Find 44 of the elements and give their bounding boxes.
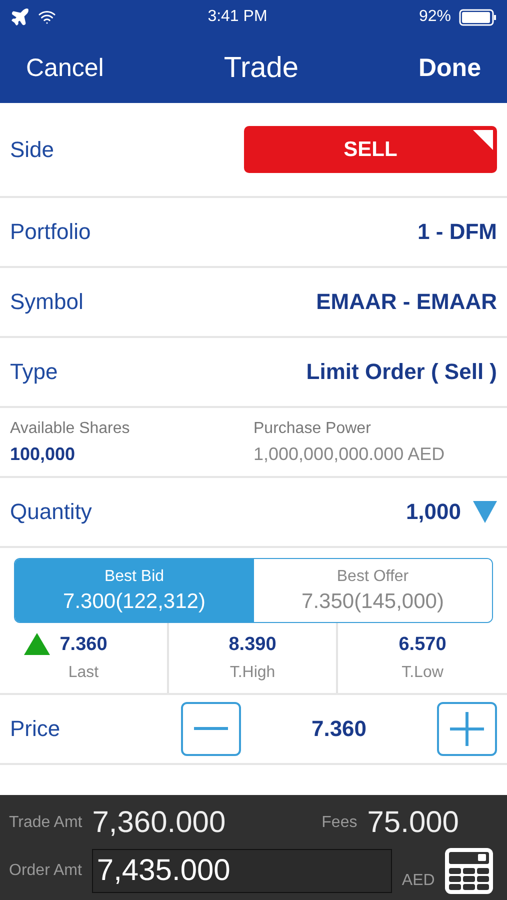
field-value[interactable]: 1 - DFM bbox=[418, 219, 497, 245]
field-label: Type bbox=[10, 359, 58, 385]
price-label: Price bbox=[10, 716, 60, 742]
stat-label: T.High bbox=[230, 664, 276, 682]
balance-label: Available Shares bbox=[10, 420, 131, 438]
field-label: Symbol bbox=[10, 289, 84, 315]
done-button[interactable]: Done bbox=[418, 54, 481, 83]
trade-amount-label: Trade Amt bbox=[9, 814, 82, 832]
quantity-label: Quantity bbox=[10, 499, 92, 525]
currency-label: AED bbox=[402, 872, 435, 890]
field-value[interactable]: EMAAR - EMAAR bbox=[316, 289, 497, 315]
plus-icon bbox=[450, 712, 484, 746]
balance-value: 100,000 bbox=[10, 444, 76, 464]
price-value[interactable]: 7.360 bbox=[241, 716, 437, 742]
quantity-value[interactable]: 1,000 bbox=[406, 499, 461, 525]
battery-percentage: 92% bbox=[418, 8, 451, 26]
balance-label: Purchase Power bbox=[254, 420, 372, 438]
stat-label: Last bbox=[68, 664, 99, 682]
dropdown-icon[interactable] bbox=[473, 501, 497, 523]
airplane-icon bbox=[10, 7, 30, 27]
stat-label: T.Low bbox=[402, 664, 444, 682]
status-time: 3:41 PM bbox=[208, 8, 268, 26]
field-label: Portfolio bbox=[10, 219, 91, 245]
order-amount-field[interactable]: 7,435.000 bbox=[92, 849, 392, 893]
stat-value: 7.360 bbox=[60, 634, 108, 656]
battery-icon bbox=[459, 8, 497, 26]
corner-triangle-icon bbox=[473, 130, 493, 150]
increase-button[interactable] bbox=[437, 702, 497, 756]
fees-value: 75.000 bbox=[367, 806, 459, 840]
minus-icon bbox=[194, 727, 228, 731]
balance-value: 1,000,000,000.000 AED bbox=[254, 444, 446, 464]
side-selector[interactable]: SELL bbox=[244, 126, 497, 173]
stat-value: 6.570 bbox=[398, 634, 446, 656]
side-label: Side bbox=[10, 136, 54, 162]
trade-amount-value: 7,360.000 bbox=[92, 806, 226, 840]
order-amount-label: Order Amt bbox=[9, 862, 82, 880]
wifi-icon bbox=[38, 8, 56, 26]
decrease-button[interactable] bbox=[181, 702, 241, 756]
fees-label: Fees bbox=[322, 814, 358, 832]
calculator-icon[interactable] bbox=[444, 848, 493, 894]
field-value[interactable]: Limit Order ( Sell ) bbox=[306, 359, 497, 385]
screen-title: Trade bbox=[224, 52, 298, 85]
cancel-button[interactable]: Cancel bbox=[26, 54, 104, 83]
stat-value: 8.390 bbox=[228, 634, 276, 656]
